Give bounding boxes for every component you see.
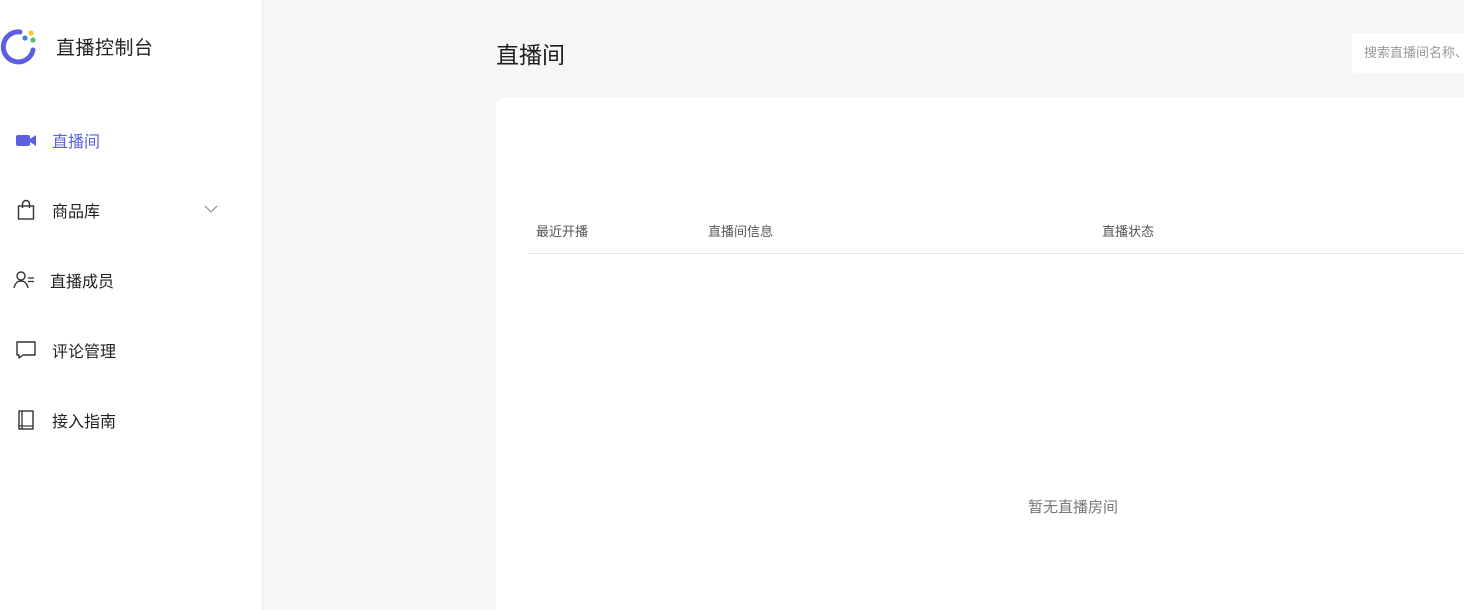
sidebar-item-comment-management[interactable]: 评论管理 — [0, 315, 262, 385]
search-box[interactable] — [1352, 33, 1464, 73]
sidebar-item-label: 评论管理 — [52, 342, 117, 361]
comment-icon — [14, 338, 38, 362]
sidebar-item-label: 商品库 — [52, 202, 101, 221]
brand[interactable]: 直播控制台 — [0, 24, 154, 68]
sidebar-item-live-members[interactable]: 直播成员 — [0, 245, 262, 315]
sidebar: 直播控制台 直播间 商品库 直播成员 评论管理 接入指南 — [0, 0, 263, 610]
shopping-bag-icon — [14, 198, 38, 222]
sidebar-item-integration-guide[interactable]: 接入指南 — [0, 385, 262, 455]
column-header-room-info[interactable]: 直播间信息 — [708, 221, 773, 240]
brand-title: 直播控制台 — [56, 36, 154, 59]
sidebar-item-label: 直播间 — [52, 132, 101, 151]
sidebar-item-live-room[interactable]: 直播间 — [0, 105, 262, 175]
book-icon — [14, 408, 38, 432]
main-content: 直播间 最近开播 直播间信息 直播状态 暂无直播房间 — [263, 0, 1464, 610]
sidebar-item-label: 接入指南 — [52, 412, 117, 431]
live-room-list-card: 最近开播 直播间信息 直播状态 暂无直播房间 — [496, 97, 1464, 610]
logo-ring-icon — [0, 29, 36, 65]
search-input[interactable] — [1362, 44, 1464, 62]
sidebar-item-product-library[interactable]: 商品库 — [0, 175, 262, 245]
column-header-live-status[interactable]: 直播状态 — [1102, 221, 1154, 240]
column-header-recent-live[interactable]: 最近开播 — [536, 221, 588, 240]
page-title: 直播间 — [496, 43, 565, 69]
chevron-down-icon[interactable] — [204, 202, 218, 216]
empty-state-text: 暂无直播房间 — [1028, 498, 1119, 516]
sidebar-nav: 直播间 商品库 直播成员 评论管理 接入指南 — [0, 105, 262, 455]
user-list-icon — [12, 268, 36, 292]
table-header: 最近开播 直播间信息 直播状态 — [528, 207, 1464, 254]
sidebar-item-label: 直播成员 — [50, 272, 115, 291]
video-camera-icon — [14, 128, 38, 152]
app-root: 直播控制台 直播间 商品库 直播成员 评论管理 接入指南 直播间 搜索直播间名称… — [0, 0, 1464, 610]
